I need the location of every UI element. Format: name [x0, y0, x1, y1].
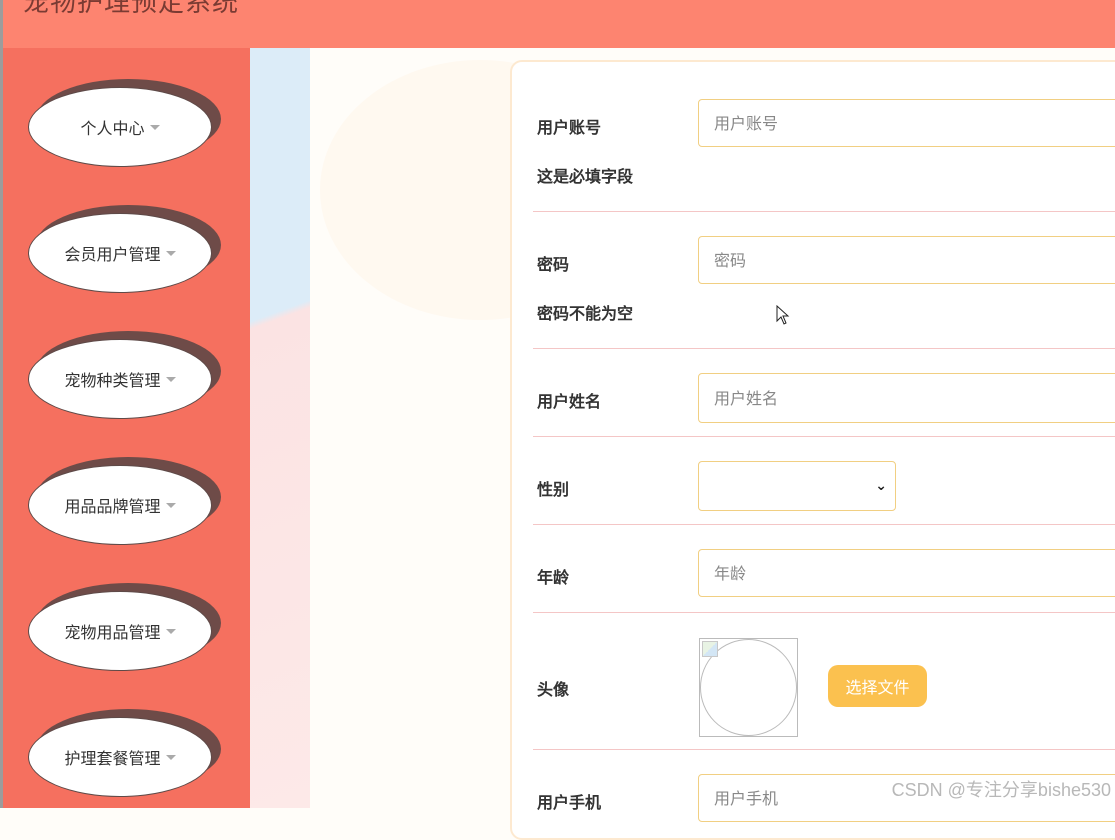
chevron-down-icon: ⌄: [875, 478, 887, 494]
top-header: 宠物护理预定系统: [3, 0, 1115, 48]
broken-image-icon: [702, 641, 718, 657]
menu-pill: 个人中心: [28, 87, 212, 167]
form-row-avatar: 头像 选择文件: [533, 613, 1115, 750]
mouse-pointer-icon: [776, 305, 790, 325]
menu-pill: 用品品牌管理: [28, 465, 212, 545]
sidebar-item-pet-types[interactable]: 宠物种类管理: [28, 331, 223, 423]
background-band: [250, 48, 310, 808]
caret-down-icon: [165, 250, 176, 256]
sidebar-item-pet-supplies[interactable]: 宠物用品管理: [28, 583, 223, 675]
age-input[interactable]: [698, 549, 1115, 597]
caret-down-icon: [165, 754, 176, 760]
password-label: 密码: [537, 255, 570, 274]
password-input[interactable]: [698, 236, 1115, 284]
name-label: 用户姓名: [537, 392, 602, 411]
avatar-label: 头像: [537, 680, 570, 699]
sidebar-item-label: 个人中心: [80, 119, 145, 138]
account-label: 用户账号: [537, 118, 602, 137]
sidebar-item-care-packages[interactable]: 护理套餐管理: [28, 709, 223, 801]
password-required-hint: 密码不能为空: [537, 304, 634, 323]
menu-pill: 宠物用品管理: [28, 591, 212, 671]
sidebar-item-label: 护理套餐管理: [64, 749, 161, 768]
caret-down-icon: [165, 628, 176, 634]
sidebar-item-label: 宠物用品管理: [64, 623, 161, 642]
sidebar-item-label: 会员用户管理: [64, 245, 161, 264]
name-input[interactable]: [698, 373, 1115, 423]
app-title: 宠物护理预定系统: [23, 0, 240, 18]
form-row-age: 年龄: [533, 525, 1115, 613]
watermark: CSDN @专注分享bishe530: [891, 780, 1111, 800]
gender-select[interactable]: ⌄: [698, 461, 896, 511]
sidebar-item-label: 用品品牌管理: [64, 497, 161, 516]
form-row-password: 密码 密码不能为空: [533, 212, 1115, 349]
menu-pill: 会员用户管理: [28, 213, 212, 293]
sidebar-item-supply-brands[interactable]: 用品品牌管理: [28, 457, 223, 549]
account-required-hint: 这是必填字段: [537, 167, 634, 186]
phone-label: 用户手机: [537, 793, 602, 812]
form-row-name: 用户姓名: [533, 349, 1115, 437]
age-label: 年龄: [537, 568, 570, 587]
form-row-account: 用户账号 这是必填字段: [533, 82, 1115, 212]
account-input[interactable]: [698, 99, 1115, 147]
caret-down-icon: [165, 376, 176, 382]
caret-down-icon: [149, 124, 160, 130]
sidebar-item-member-users[interactable]: 会员用户管理: [28, 205, 223, 297]
avatar-preview: [699, 638, 798, 737]
sidebar-item-personal-center[interactable]: 个人中心: [28, 79, 223, 171]
sidebar: 个人中心 会员用户管理 宠物种类管理 用品品牌管理 宠物用品管理 护理套餐管理: [3, 48, 250, 808]
form-row-gender: 性别 ⌄: [533, 437, 1115, 525]
caret-down-icon: [165, 502, 176, 508]
sidebar-item-label: 宠物种类管理: [64, 371, 161, 390]
menu-pill: 宠物种类管理: [28, 339, 212, 419]
menu-pill: 护理套餐管理: [28, 717, 212, 797]
gender-label: 性别: [537, 480, 570, 499]
choose-file-button[interactable]: 选择文件: [828, 665, 927, 707]
user-form-card: 用户账号 这是必填字段 密码 密码不能为空 用户姓名 性别 ⌄ 年龄 头像 选择…: [510, 60, 1115, 840]
